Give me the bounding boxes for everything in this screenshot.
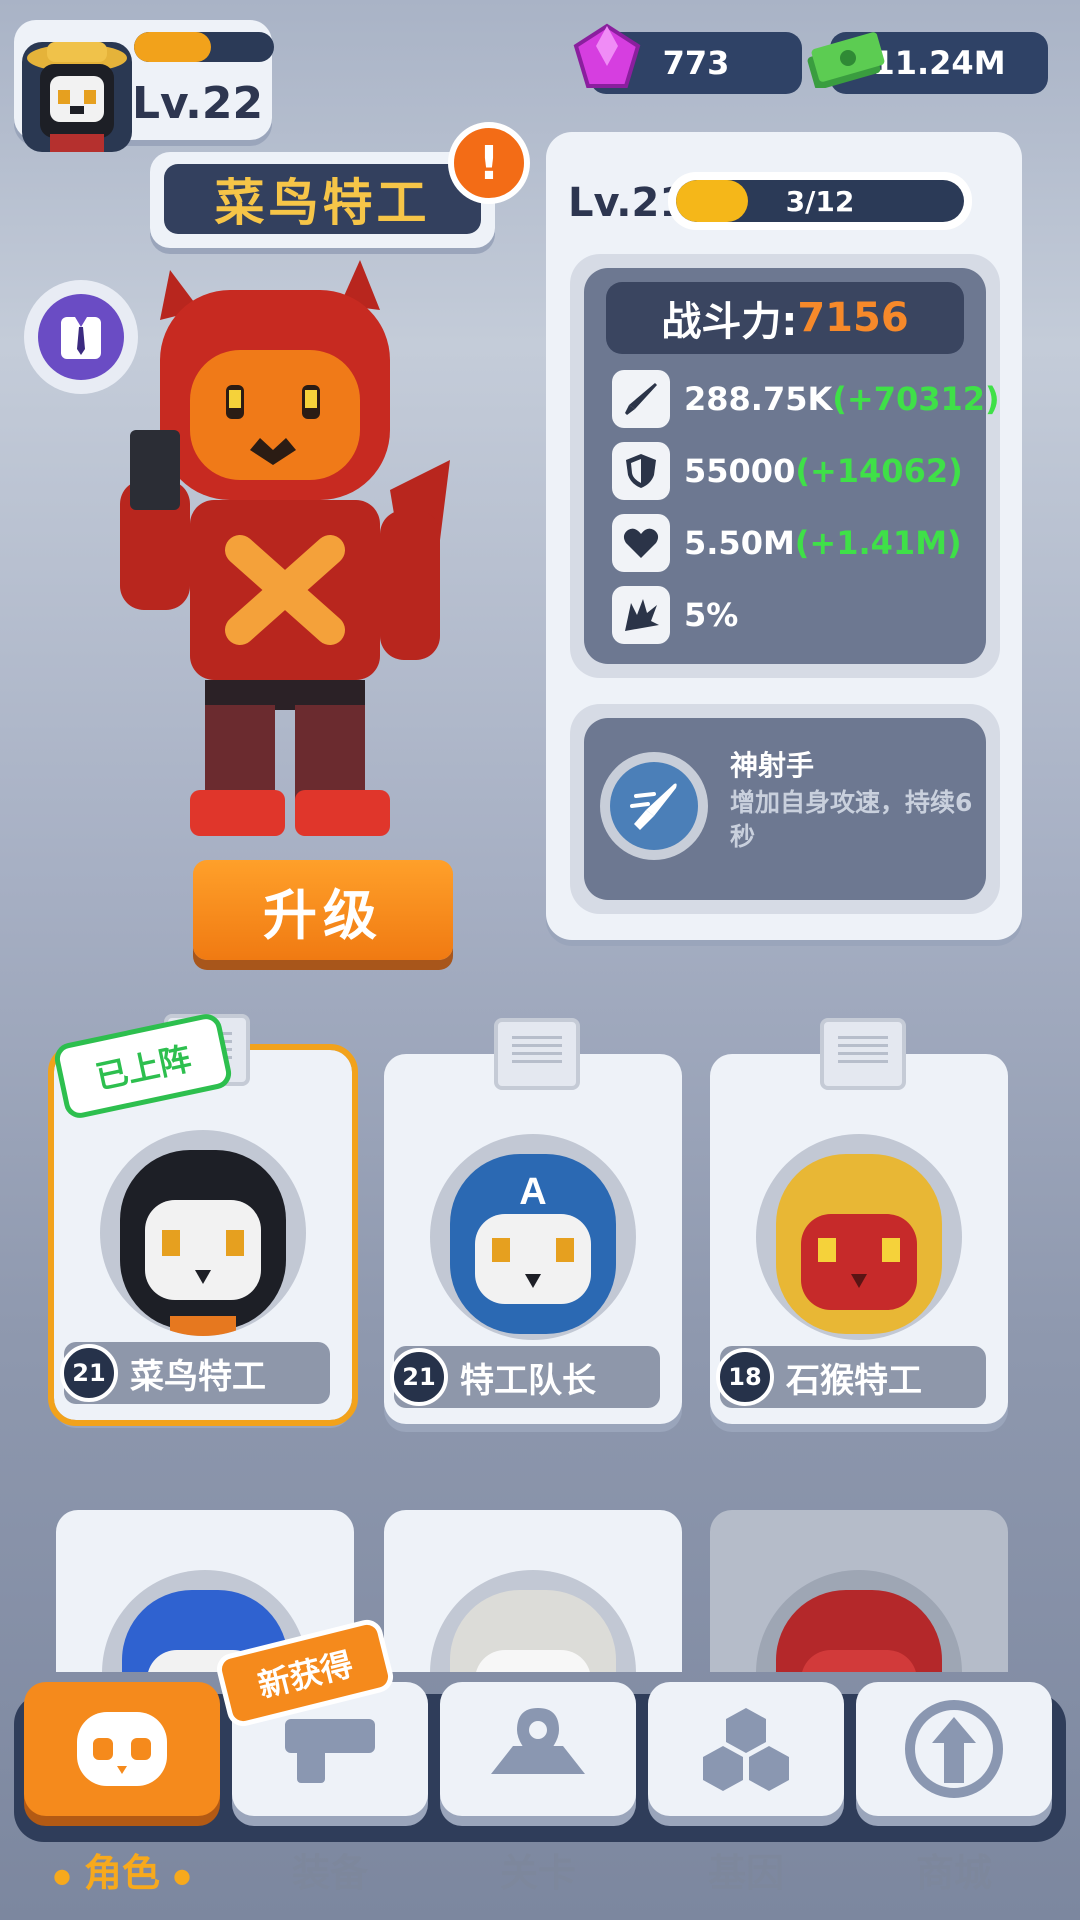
nav-shop-label: 商城 — [915, 1851, 992, 1895]
sharpshooter-icon — [630, 783, 677, 830]
gene-icon — [703, 1708, 789, 1791]
hero-card-red-locked[interactable] — [710, 1510, 1008, 1672]
svg-text:A: A — [519, 1171, 546, 1213]
nav-shop-button[interactable] — [856, 1682, 1052, 1816]
attack-bonus: (+70312) — [832, 380, 1000, 418]
hero-name-banner: 菜鸟特工 — [150, 152, 495, 248]
level-progress-bar: 3/12 — [668, 172, 972, 230]
gem-icon — [570, 22, 644, 96]
upgrade-button[interactable]: 升级 — [193, 860, 453, 960]
hero-cards-row2 — [0, 1500, 1080, 1672]
stage-map-icon — [491, 1708, 585, 1774]
gem-amount: 773 — [662, 44, 730, 82]
health-value: 5.50M — [684, 524, 795, 562]
hero-card-white[interactable] — [384, 1510, 682, 1672]
hero-portrait — [756, 1570, 962, 1672]
power-display: 战斗力: 7156 — [606, 282, 964, 354]
nav-character-label: ● 角色 ● — [53, 1851, 191, 1895]
health-icon — [612, 514, 670, 572]
stat-attack: 288.75K (+70312) — [612, 370, 1000, 428]
hero-card-captain[interactable]: A 21 特工队长 — [384, 1018, 682, 1424]
hero-portrait: A — [430, 1134, 636, 1340]
player-badge[interactable]: Lv.22 — [14, 20, 274, 152]
stat-crit: 5% — [612, 586, 738, 644]
card-level: 21 — [390, 1348, 448, 1406]
card-clip — [494, 1018, 580, 1090]
dot-icon: ● — [173, 1863, 191, 1888]
card-clip — [820, 1018, 906, 1090]
nav-gene-button[interactable] — [648, 1682, 844, 1816]
card-nameplate: 21 菜鸟特工 — [60, 1342, 330, 1404]
skill-name: 神射手 — [730, 749, 815, 782]
hero-card-stone-monkey[interactable]: 18 石猴特工 — [710, 1018, 1008, 1424]
dot-icon: ● — [53, 1863, 71, 1888]
nav-equipment-label: 装备 — [291, 1851, 368, 1895]
card-level: 21 — [60, 1344, 118, 1402]
hero-character — [90, 250, 490, 844]
hero-portrait — [756, 1134, 962, 1340]
hero-name: 菜鸟特工 — [164, 164, 481, 234]
character-icon — [77, 1712, 167, 1786]
skill-button[interactable] — [600, 752, 708, 860]
card-name: 石猴特工 — [786, 1360, 922, 1401]
player-level: Lv.22 — [132, 78, 264, 129]
attack-value: 288.75K — [684, 380, 833, 418]
cash-icon — [806, 28, 886, 92]
alert-badge[interactable]: ! — [448, 122, 530, 204]
skill-description: 增加自身攻速，持续6秒 — [730, 788, 973, 851]
shop-icon — [905, 1700, 1003, 1798]
attack-icon — [612, 370, 670, 428]
player-xp-bar — [134, 32, 274, 62]
defense-icon — [612, 442, 670, 500]
hero-portrait — [430, 1570, 636, 1672]
nav-stage-label: 关卡 — [499, 1851, 576, 1895]
player-avatar — [22, 42, 132, 152]
health-bonus: (+1.41M) — [794, 524, 962, 562]
defense-value: 55000 — [684, 452, 796, 490]
power-label: 战斗力: — [661, 299, 798, 345]
stat-health: 5.50M (+1.41M) — [612, 514, 962, 572]
nav-character-button[interactable] — [24, 1682, 220, 1816]
nav-gene-label: 基因 — [707, 1851, 784, 1895]
power-value: 7156 — [797, 295, 909, 341]
hero-portrait — [100, 1130, 306, 1336]
card-name: 特工队长 — [460, 1360, 596, 1401]
equipment-icon — [285, 1719, 375, 1783]
stat-defense: 55000 (+14062) — [612, 442, 963, 500]
card-level: 18 — [716, 1348, 774, 1406]
card-nameplate: 21 特工队长 — [390, 1346, 660, 1408]
crit-value: 5% — [684, 596, 739, 634]
defense-bonus: (+14062) — [795, 452, 963, 490]
crit-icon — [612, 586, 670, 644]
card-name: 菜鸟特工 — [130, 1356, 266, 1397]
card-nameplate: 18 石猴特工 — [716, 1346, 986, 1408]
cash-amount: 11.24M — [872, 44, 1006, 82]
level-progress-text: 3/12 — [785, 184, 855, 218]
nav-stage-button[interactable] — [440, 1682, 636, 1816]
